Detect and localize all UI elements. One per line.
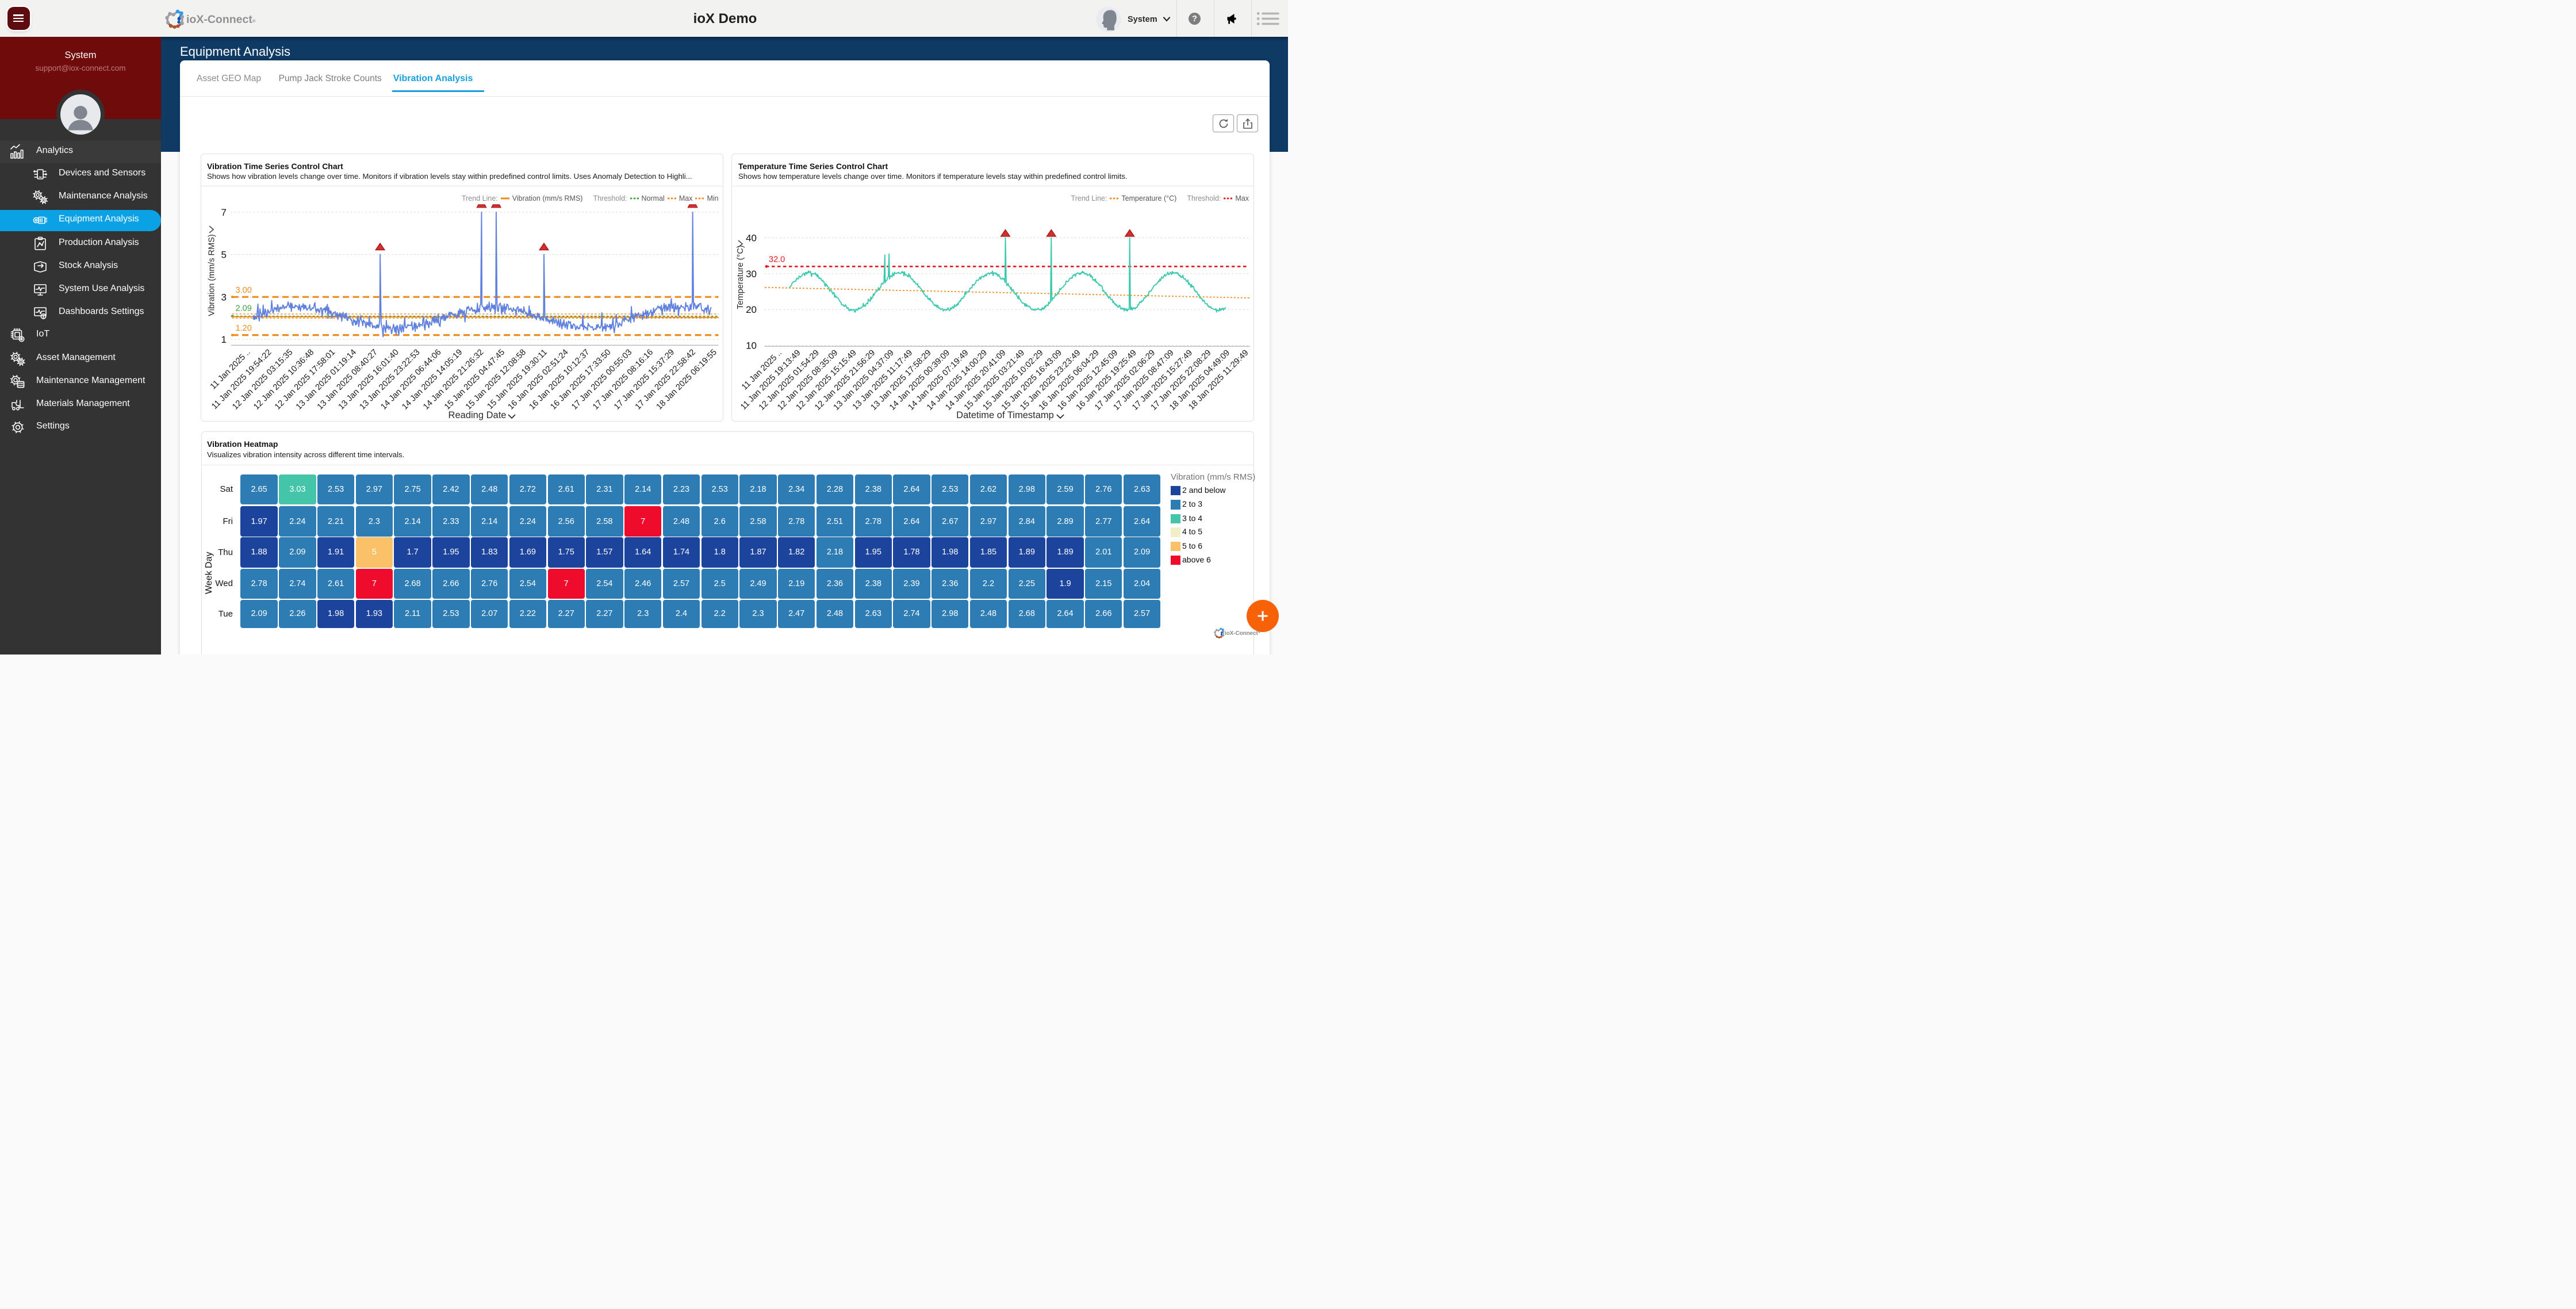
svg-text:3.00: 3.00 bbox=[236, 286, 252, 295]
svg-text:Datetime of Timestamp: Datetime of Timestamp bbox=[956, 410, 1054, 420]
svg-text:30: 30 bbox=[746, 269, 757, 280]
svg-text:Vibration (mm/s RMS): Vibration (mm/s RMS) bbox=[208, 234, 217, 316]
svg-text:40: 40 bbox=[746, 232, 757, 243]
svg-text:20: 20 bbox=[746, 304, 757, 315]
svg-text:7: 7 bbox=[221, 207, 227, 218]
svg-text:32.0: 32.0 bbox=[769, 255, 785, 264]
svg-text:Temperature (°C): Temperature (°C) bbox=[736, 245, 745, 309]
svg-text:Reading Date: Reading Date bbox=[448, 410, 507, 420]
svg-text:2.09: 2.09 bbox=[236, 304, 252, 313]
svg-text:1.20: 1.20 bbox=[236, 324, 252, 333]
svg-text:10: 10 bbox=[746, 340, 757, 351]
svg-text:3: 3 bbox=[221, 292, 227, 303]
svg-text:5: 5 bbox=[221, 250, 227, 261]
svg-text:1: 1 bbox=[221, 334, 227, 345]
